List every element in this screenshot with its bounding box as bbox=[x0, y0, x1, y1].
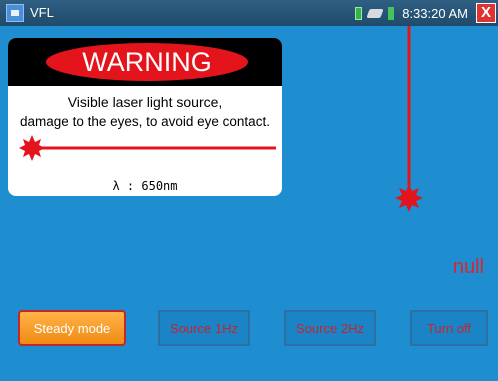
source-1hz-button[interactable]: Source 1Hz bbox=[158, 310, 250, 346]
turn-off-button[interactable]: Turn off bbox=[410, 310, 488, 346]
status-value: null bbox=[452, 256, 484, 278]
source-2hz-button[interactable]: Source 2Hz bbox=[284, 310, 376, 346]
steady-mode-button[interactable]: Steady mode bbox=[18, 310, 126, 346]
laser-burst-icon bbox=[395, 184, 423, 212]
